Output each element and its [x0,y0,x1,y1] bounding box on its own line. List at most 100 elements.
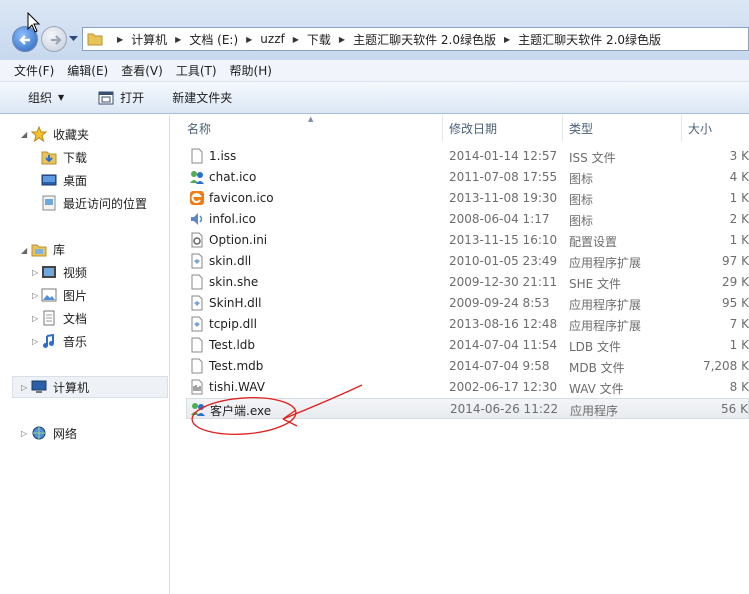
menu-edit[interactable]: 编辑(E) [67,62,108,79]
column-name[interactable]: 名称 [187,120,211,137]
file-size: 1 K [729,191,749,205]
file-row[interactable]: 1.iss 2014-01-14 12:57 ISS 文件 3 K [186,146,749,167]
file-modified-date: 2013-11-08 19:30 [449,191,558,205]
network-globe-icon [32,426,46,440]
file-row[interactable]: SkinH.dll 2009-09-24 8:53 应用程序扩展 95 K [186,293,749,314]
file-row[interactable]: skin.she 2009-12-30 21:11 SHE 文件 29 K [186,272,749,293]
file-modified-date: 2014-01-14 12:57 [449,149,558,163]
file-row[interactable]: 客户端.exe 2014-06-26 11:22 应用程序 56 K [186,398,749,419]
file-modified-date: 2014-07-04 9:58 [449,359,550,373]
file-modified-date: 2014-07-04 11:54 [449,338,558,352]
file-size: 56 K [721,402,748,416]
expand-icon[interactable]: ▷ [32,268,38,277]
collapse-favorites-icon[interactable]: ◢ [21,130,27,139]
documents-library-icon [43,310,55,326]
text-file-icon [189,148,205,164]
file-row[interactable]: skin.dll 2010-01-05 23:49 应用程序扩展 97 K [186,251,749,272]
forward-button[interactable] [41,26,67,52]
open-button[interactable]: 打开 [92,86,150,110]
menu-tools[interactable]: 工具(T) [176,62,217,79]
expand-icon[interactable]: ▷ [21,383,27,392]
file-name: Test.ldb [209,338,256,352]
chat-people-icon [190,401,206,417]
navigation-pane: ◢ 收藏夹 下载 桌面 最近访问的位置 ◢ 库 ▷ 视频 ▷ 图片 ▷ 文档 ▷… [0,115,170,594]
file-row[interactable]: infol.ico 2008-06-04 1:17 图标 2 K [186,209,749,230]
breadcrumb-item[interactable]: ▶ uzzf [238,32,285,46]
back-arrow-icon [19,35,30,45]
nav-pictures[interactable]: 图片 [41,285,87,305]
expand-icon[interactable]: ▷ [21,429,27,438]
file-modified-date: 2013-11-15 16:10 [449,233,558,247]
file-row[interactable]: tishi.WAV 2002-06-17 12:30 WAV 文件 8 K [186,377,749,398]
file-modified-date: 2002-06-17 12:30 [449,380,558,394]
nav-recent-places[interactable]: 最近访问的位置 [41,193,147,213]
file-type: ISS 文件 [569,151,616,165]
computer-icon [31,380,47,393]
downloads-folder-icon [41,151,57,165]
column-divider[interactable] [681,115,682,141]
open-window-icon [98,91,114,104]
column-divider[interactable] [562,115,563,141]
file-modified-date: 2009-12-30 21:11 [449,275,558,289]
file-name: favicon.ico [209,191,274,205]
file-size: 1 K [729,233,749,247]
forward-arrow-icon [51,35,62,45]
breadcrumb-item[interactable]: ▶ 文档 (E:) [167,31,238,48]
file-row[interactable]: chat.ico 2011-07-08 17:55 图标 4 K [186,167,749,188]
nav-favorites[interactable]: 收藏夹 [31,124,89,144]
breadcrumb-item[interactable]: ▶ 主题汇聊天软件 2.0绿色版 [331,31,496,48]
nav-documents[interactable]: 文档 [41,308,87,328]
address-breadcrumb[interactable]: ▶ 计算机 ▶ 文档 (E:) ▶ uzzf ▶ 下载 ▶ 主题汇聊天软件 2.0绿色版 … [82,27,749,51]
column-size[interactable]: 大小 [688,120,712,137]
menu-file[interactable]: 文件(F) [14,62,54,79]
file-name: tishi.WAV [209,380,265,394]
column-modified[interactable]: 修改日期 [449,120,497,137]
organize-button[interactable]: 组织 ▼ [22,86,70,110]
menu-view[interactable]: 查看(V) [121,62,163,79]
dll-file-icon [189,295,205,311]
file-name: infol.ico [209,212,256,226]
desktop-icon [41,174,57,186]
mouse-pointer-icon [27,12,41,33]
file-size: 3 K [729,149,749,163]
nav-computer[interactable]: 计算机 [31,377,89,397]
breadcrumb-item[interactable]: ▶ 计算机 [109,31,167,48]
recent-pages-dropdown-icon[interactable] [69,36,78,42]
blank-file-icon [189,337,205,353]
file-modified-date: 2014-06-26 11:22 [450,402,559,416]
audio-file-icon [189,379,205,395]
folder-icon [87,33,103,46]
file-type: 图标 [569,214,594,228]
new-folder-button[interactable]: 新建文件夹 [166,86,238,110]
star-icon [31,126,47,142]
expand-icon[interactable]: ▷ [32,337,38,346]
library-icon [31,244,47,257]
menu-help[interactable]: 帮助(H) [230,62,272,79]
file-type: MDB 文件 [569,361,625,375]
nav-libraries[interactable]: 库 [31,239,65,259]
nav-downloads[interactable]: 下载 [41,147,87,167]
dll-file-icon [189,316,205,332]
file-name: skin.dll [209,254,252,268]
column-divider[interactable] [442,115,443,141]
file-row[interactable]: Option.ini 2013-11-15 16:10 配置设置 1 K [186,230,749,251]
nav-network[interactable]: 网络 [31,423,77,443]
breadcrumb-item[interactable]: ▶ 主题汇聊天软件 2.0绿色版 [496,31,661,48]
video-library-icon [42,266,56,278]
breadcrumb-item[interactable]: ▶ 下载 [285,31,331,48]
expand-icon[interactable]: ▷ [32,314,38,323]
file-row[interactable]: tcpip.dll 2013-08-16 12:48 应用程序扩展 7 K [186,314,749,335]
file-name: Option.ini [209,233,268,247]
file-type: WAV 文件 [569,382,624,396]
file-row[interactable]: favicon.ico 2013-11-08 19:30 图标 1 K [186,188,749,209]
expand-icon[interactable]: ▷ [32,291,38,300]
collapse-libraries-icon[interactable]: ◢ [21,246,27,255]
file-row[interactable]: Test.ldb 2014-07-04 11:54 LDB 文件 1 K [186,335,749,356]
file-row[interactable]: Test.mdb 2014-07-04 9:58 MDB 文件 7,208 K [186,356,749,377]
nav-videos[interactable]: 视频 [41,262,87,282]
nav-music[interactable]: 音乐 [41,331,87,351]
column-type[interactable]: 类型 [569,120,593,137]
chat-people-icon [189,169,205,185]
nav-desktop[interactable]: 桌面 [41,170,87,190]
sort-ascending-icon: ▲ [308,115,314,123]
